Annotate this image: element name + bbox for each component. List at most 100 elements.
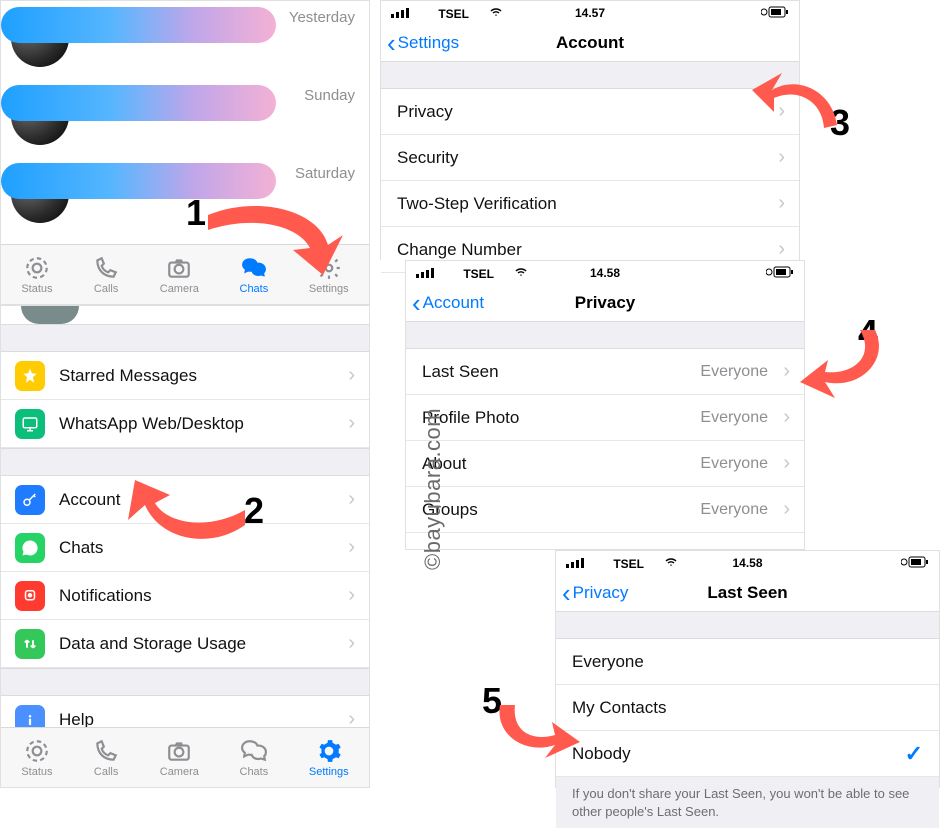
chat-time: Saturday bbox=[295, 165, 355, 182]
option-label: Nobody bbox=[572, 744, 631, 764]
option-nobody[interactable]: Nobody ✓ bbox=[556, 731, 939, 777]
chat-bubble-icon bbox=[241, 738, 267, 764]
row-groups[interactable]: Groups Everyone › bbox=[406, 487, 804, 533]
option-my-contacts[interactable]: My Contacts bbox=[556, 685, 939, 731]
row-two-step[interactable]: Two-Step Verification › bbox=[381, 181, 799, 227]
monitor-icon bbox=[15, 409, 45, 439]
row-label: Privacy bbox=[397, 102, 453, 122]
profile-avatar[interactable] bbox=[21, 306, 79, 324]
row-value: Everyone bbox=[700, 409, 768, 427]
row-label: WhatsApp Web/Desktop bbox=[59, 414, 244, 434]
row-privacy[interactable]: Privacy › bbox=[381, 89, 799, 135]
row-label: Chats bbox=[59, 538, 103, 558]
row-profile-photo[interactable]: Profile Photo Everyone › bbox=[406, 395, 804, 441]
tab-label: Camera bbox=[160, 283, 199, 295]
chevron-right-icon: › bbox=[348, 412, 355, 435]
row-starred-messages[interactable]: Starred Messages › bbox=[1, 352, 369, 400]
privacy-panel: TSEL 14.58 ‹ Account Privacy Last Seen E… bbox=[405, 260, 805, 550]
tab-camera[interactable]: Camera bbox=[160, 738, 199, 778]
row-data-storage[interactable]: Data and Storage Usage › bbox=[1, 620, 369, 668]
chat-row[interactable]: Yesterday bbox=[1, 1, 369, 79]
row-label: Last Seen bbox=[422, 362, 499, 382]
row-label: Starred Messages bbox=[59, 366, 197, 386]
back-button[interactable]: ‹ Account bbox=[412, 290, 484, 316]
wifi-icon bbox=[476, 7, 516, 21]
chevron-right-icon: › bbox=[348, 584, 355, 607]
chevron-left-icon: ‹ bbox=[562, 580, 571, 606]
tab-label: Settings bbox=[309, 283, 349, 295]
tab-label: Calls bbox=[94, 283, 118, 295]
chevron-right-icon: › bbox=[778, 146, 785, 169]
battery-icon bbox=[761, 6, 789, 21]
camera-icon bbox=[166, 738, 192, 764]
navbar: ‹ Privacy Last Seen bbox=[556, 575, 939, 611]
chevron-right-icon: › bbox=[348, 364, 355, 387]
tab-chats[interactable]: Chats bbox=[240, 738, 269, 778]
updown-arrow-icon bbox=[15, 629, 45, 659]
tab-label: Calls bbox=[94, 766, 118, 778]
option-everyone[interactable]: Everyone bbox=[556, 639, 939, 685]
tutorial-arrow-3 bbox=[752, 70, 842, 140]
footer-note: If you don't share your Last Seen, you w… bbox=[556, 777, 939, 828]
chevron-right-icon: › bbox=[783, 360, 790, 383]
back-button[interactable]: ‹ Settings bbox=[387, 30, 459, 56]
signal-icon: TSEL bbox=[416, 266, 541, 281]
chat-row[interactable]: Sunday bbox=[1, 79, 369, 157]
phone-icon bbox=[93, 255, 119, 281]
signal-icon: TSEL bbox=[391, 6, 516, 21]
carrier-label: TSEL bbox=[613, 557, 643, 571]
status-bar: TSEL 14.58 bbox=[406, 261, 804, 285]
carrier-label: TSEL bbox=[463, 267, 493, 281]
chevron-right-icon: › bbox=[348, 488, 355, 511]
tab-label: Chats bbox=[240, 766, 269, 778]
option-label: Everyone bbox=[572, 652, 644, 672]
tab-camera[interactable]: Camera bbox=[160, 255, 199, 295]
key-icon bbox=[15, 485, 45, 515]
status-bar: TSEL 14.57 bbox=[381, 1, 799, 25]
option-label: My Contacts bbox=[572, 698, 666, 718]
row-value: Everyone bbox=[700, 363, 768, 381]
page-title: Account bbox=[556, 33, 624, 53]
camera-icon bbox=[166, 255, 192, 281]
chat-time: Sunday bbox=[304, 87, 355, 104]
tab-calls[interactable]: Calls bbox=[93, 738, 119, 778]
redacted-name bbox=[1, 85, 276, 121]
bell-icon bbox=[15, 581, 45, 611]
navbar: ‹ Settings Account bbox=[381, 25, 799, 61]
tab-status[interactable]: Status bbox=[21, 738, 52, 778]
clock-label: 14.58 bbox=[732, 556, 762, 570]
row-security[interactable]: Security › bbox=[381, 135, 799, 181]
tab-label: Camera bbox=[160, 766, 199, 778]
wifi-icon bbox=[501, 267, 541, 281]
redacted-name bbox=[1, 7, 276, 43]
check-icon: ✓ bbox=[905, 741, 923, 767]
section-gap bbox=[1, 324, 369, 352]
gear-icon bbox=[316, 738, 342, 764]
tab-calls[interactable]: Calls bbox=[93, 255, 119, 295]
chevron-right-icon: › bbox=[783, 498, 790, 521]
navbar: ‹ Account Privacy bbox=[406, 285, 804, 321]
tutorial-arrow-2 bbox=[120, 480, 250, 550]
tab-status[interactable]: Status bbox=[21, 255, 52, 295]
row-web-desktop[interactable]: WhatsApp Web/Desktop › bbox=[1, 400, 369, 448]
tab-label: Status bbox=[21, 766, 52, 778]
tutorial-arrow-1 bbox=[198, 200, 348, 280]
signal-icon: TSEL bbox=[566, 556, 691, 571]
row-label: Change Number bbox=[397, 240, 522, 260]
page-title: Privacy bbox=[575, 293, 636, 313]
chevron-right-icon: › bbox=[783, 406, 790, 429]
row-value: Everyone bbox=[700, 501, 768, 519]
chevron-right-icon: › bbox=[778, 238, 785, 261]
back-button[interactable]: ‹ Privacy bbox=[562, 580, 628, 606]
star-icon bbox=[15, 361, 45, 391]
row-label: Notifications bbox=[59, 586, 152, 606]
watermark: ©bayubara.com bbox=[420, 408, 446, 570]
chevron-left-icon: ‹ bbox=[387, 30, 396, 56]
tab-settings[interactable]: Settings bbox=[309, 738, 349, 778]
status-icon bbox=[24, 738, 50, 764]
status-bar: TSEL 14.58 bbox=[556, 551, 939, 575]
lastseen-panel: TSEL 14.58 ‹ Privacy Last Seen Everyone … bbox=[555, 550, 940, 788]
row-last-seen[interactable]: Last Seen Everyone › bbox=[406, 349, 804, 395]
row-notifications[interactable]: Notifications › bbox=[1, 572, 369, 620]
row-about[interactable]: About Everyone › bbox=[406, 441, 804, 487]
